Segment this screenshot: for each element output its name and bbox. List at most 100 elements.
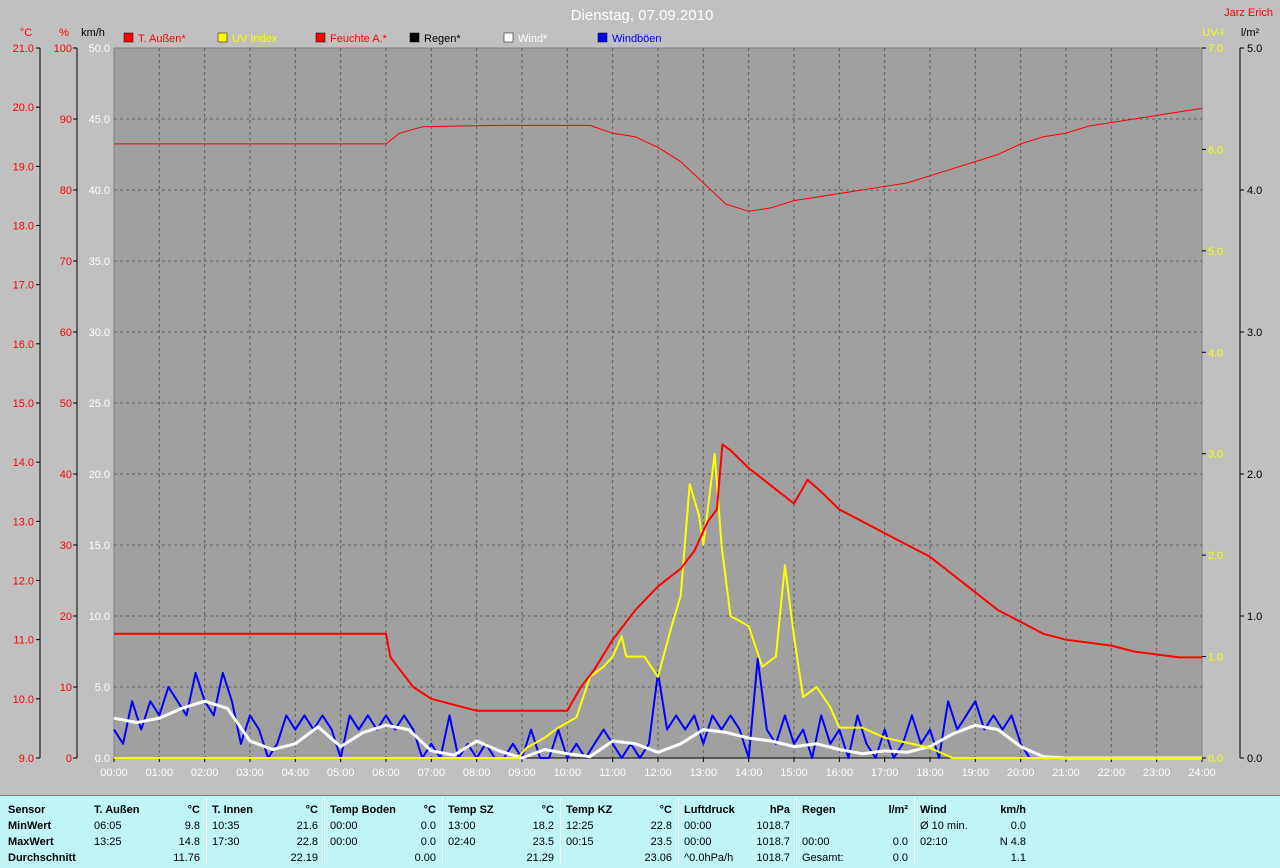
legend-swatch: [409, 32, 420, 43]
min-value: 1018.7: [756, 820, 790, 832]
min-value: 18.2: [532, 820, 554, 832]
humidity-tick-label: 30: [60, 540, 72, 552]
sensor-unit: l/m²: [888, 804, 908, 816]
stats-row: ^0.0hPa/h 1018.7: [684, 850, 790, 866]
uv-axis-unit: UV-I: [1202, 27, 1223, 39]
wind-tick-label: 10.0: [89, 611, 110, 623]
min-value: 22.8: [650, 820, 672, 832]
x-tick-label: 15:00: [780, 767, 808, 779]
avg-value: 0.0: [892, 852, 908, 864]
sensor-unit: °C: [659, 804, 672, 816]
temp-axis-unit: °C: [20, 27, 32, 39]
uv-tick-label: 6.0: [1208, 144, 1223, 156]
avg-value: 22.19: [290, 852, 318, 864]
wind-tick-label: 5.0: [95, 682, 110, 694]
stats-row: 23.06: [566, 850, 672, 866]
sensor-name: Temp SZ: [448, 804, 494, 816]
max-value: 0.0: [420, 836, 436, 848]
stats-row: T. Innen °C: [212, 802, 318, 818]
legend-label: Wind*: [518, 33, 548, 45]
stats-row: Temp KZ °C: [566, 802, 672, 818]
stats-block: T. Innen °C 10:35 21.6 17:30 22.8 22.19: [212, 802, 318, 864]
x-tick-label: 01:00: [146, 767, 174, 779]
stats-row: Ø 10 min. 0.0: [920, 818, 1026, 834]
min-time: 00:00: [330, 820, 358, 832]
x-tick-label: 24:00: [1188, 767, 1216, 779]
max-value: 1018.7: [756, 836, 790, 848]
humidity-tick-label: 0: [66, 753, 72, 765]
legend-swatch: [123, 32, 134, 43]
min-time: 00:00: [684, 820, 712, 832]
temp-tick-label: 9.0: [19, 753, 34, 765]
sensor-unit: °C: [541, 804, 554, 816]
uv-tick-label: 7.0: [1208, 43, 1223, 55]
sensor-unit: °C: [305, 804, 318, 816]
stats-divider: [206, 798, 207, 864]
sensor-unit: hPa: [769, 804, 790, 816]
min-time: 13:00: [448, 820, 476, 832]
wind-tick-label: 15.0: [89, 540, 110, 552]
sensor-unit: km/h: [1000, 804, 1026, 816]
stats-row: Gesamt: 0.0: [802, 850, 908, 866]
stats-row: 10:35 21.6: [212, 818, 318, 834]
stats-row: 12:25 22.8: [566, 818, 672, 834]
station-name: Jarz Erich: [1224, 7, 1273, 19]
min-value: 21.6: [296, 820, 318, 832]
sensor-unit: °C: [187, 804, 200, 816]
humidity-axis-unit: %: [59, 27, 69, 39]
x-tick-label: 06:00: [372, 767, 400, 779]
uv-tick-label: 3.0: [1208, 449, 1223, 461]
temp-tick-label: 17.0: [13, 280, 34, 292]
x-tick-label: 14:00: [735, 767, 763, 779]
sensor-name: T. Innen: [212, 804, 253, 816]
uv-tick-label: 2.0: [1208, 550, 1223, 562]
stats-row: 13:00 18.2: [448, 818, 554, 834]
humidity-tick-label: 80: [60, 185, 72, 197]
wind-tick-label: 45.0: [89, 114, 110, 126]
row-label-max: MaxWert: [8, 836, 54, 848]
wind-tick-label: 50.0: [89, 43, 110, 55]
weather-chart: Dienstag, 07.09.2010 Jarz Erich T. Außen…: [13, 7, 1273, 779]
x-tick-label: 08:00: [463, 767, 491, 779]
max-time: 00:15: [566, 836, 594, 848]
x-tick-label: 12:00: [644, 767, 672, 779]
x-tick-label: 07:00: [418, 767, 446, 779]
humidity-tick-label: 50: [60, 398, 72, 410]
max-value: 22.8: [296, 836, 318, 848]
sensor-unit: °C: [423, 804, 436, 816]
legend-label: UV Index: [232, 33, 278, 45]
stats-block: Temp Boden °C 00:00 0.0 00:00 0.0 0.00: [330, 802, 436, 864]
legend-label: Windböen: [612, 33, 662, 45]
stats-row: 13:25 14.8: [94, 834, 200, 850]
legend-swatch: [597, 32, 608, 43]
x-tick-label: 16:00: [826, 767, 854, 779]
uv-tick-label: 4.0: [1208, 347, 1223, 359]
avg-value: 1018.7: [756, 852, 790, 864]
min-value: 0.0: [1010, 820, 1026, 832]
stats-row: 00:15 23.5: [566, 834, 672, 850]
rain-tick-label: 3.0: [1247, 327, 1262, 339]
x-tick-label: 17:00: [871, 767, 899, 779]
stats-row: Luftdruck hPa: [684, 802, 790, 818]
min-time: Ø 10 min.: [920, 820, 968, 832]
stats-row: 02:10 N 4.8: [920, 834, 1026, 850]
x-tick-label: 03:00: [236, 767, 264, 779]
humidity-tick-label: 40: [60, 469, 72, 481]
rain-axis-unit: l/m²: [1241, 27, 1260, 39]
rain-tick-label: 5.0: [1247, 43, 1262, 55]
rain-tick-label: 1.0: [1247, 611, 1262, 623]
legend-label: Regen*: [424, 33, 461, 45]
stats-row: 00:00 0.0: [330, 818, 436, 834]
max-value: 23.5: [650, 836, 672, 848]
x-tick-label: 00:00: [100, 767, 128, 779]
row-label-avg: Durchschnitt: [8, 852, 76, 864]
stats-row: 1.1: [920, 850, 1026, 866]
wind-tick-label: 35.0: [89, 256, 110, 268]
temp-tick-label: 11.0: [13, 635, 34, 647]
max-value: N 4.8: [999, 836, 1026, 848]
stats-row: Temp SZ °C: [448, 802, 554, 818]
humidity-tick-label: 90: [60, 114, 72, 126]
uv-tick-label: 0.0: [1208, 753, 1223, 765]
row-label-min: MinWert: [8, 820, 52, 832]
stats-row: 06:05 9.8: [94, 818, 200, 834]
